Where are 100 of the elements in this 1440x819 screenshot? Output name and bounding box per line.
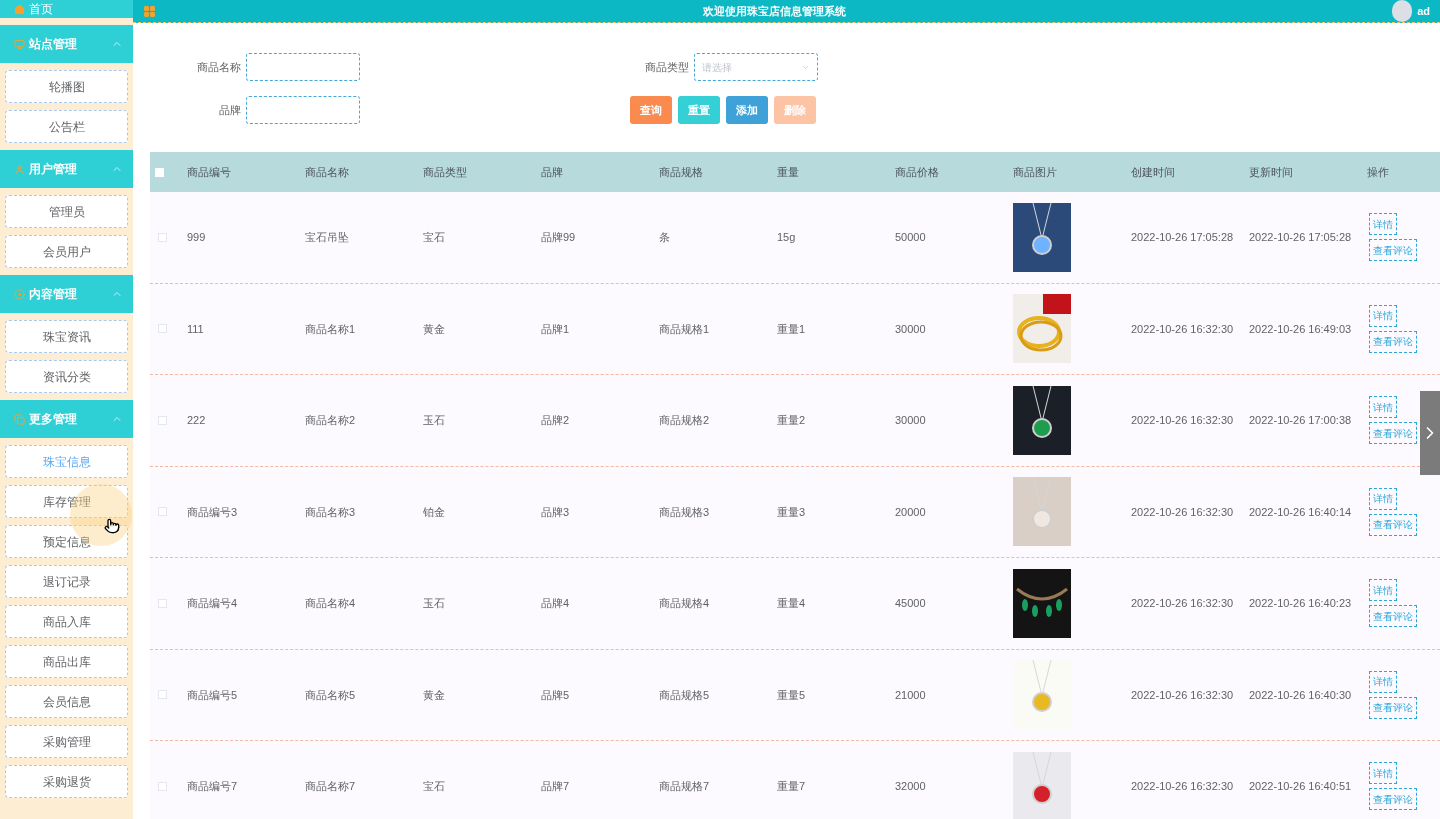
group-icon — [14, 38, 25, 50]
row-checkbox[interactable] — [158, 232, 167, 242]
field-label: 商品类型 — [644, 59, 690, 75]
menu-group-header[interactable]: 用户管理 — [0, 150, 133, 188]
field-label: 品牌 — [218, 102, 242, 118]
avatar[interactable] — [1392, 0, 1413, 22]
menu-item[interactable]: 会员信息 — [5, 685, 128, 718]
comments-button[interactable]: 查看评论 — [1369, 513, 1417, 536]
next-arrow-button[interactable] — [1420, 391, 1440, 475]
table-cell-text: 商品编号7 — [187, 779, 239, 794]
menu-item[interactable]: 管理员 — [5, 195, 128, 228]
table-cell-text: 商品规格3 — [659, 504, 711, 520]
menu-item[interactable]: 采购管理 — [5, 725, 128, 758]
table-cell-text: 铂金 — [423, 504, 446, 520]
table-cell-text: 商品名称3 — [305, 504, 357, 520]
grid-icon[interactable] — [143, 4, 156, 18]
action-button[interactable]: 添加 — [726, 96, 768, 124]
home-nav-item[interactable]: 首页 — [0, 0, 133, 18]
action-button[interactable]: 重置 — [678, 96, 720, 124]
comments-button[interactable]: 查看评论 — [1369, 330, 1417, 353]
details-button[interactable]: 详情 — [1369, 579, 1397, 602]
table-cell-text: 条 — [659, 230, 671, 245]
menu-item[interactable]: 资讯分类 — [5, 360, 128, 393]
table-cell-text: 15g — [777, 230, 797, 245]
table-cell-text: 商品名称4 — [305, 596, 357, 611]
comments-button[interactable]: 查看评论 — [1369, 422, 1417, 445]
menu-item[interactable]: 珠宝资讯 — [5, 320, 128, 353]
details-button[interactable]: 详情 — [1369, 304, 1397, 327]
menu-item[interactable]: 珠宝信息 — [5, 445, 128, 478]
row-checkbox[interactable] — [158, 507, 167, 517]
table-cell-text: 2022-10-26 16:40:14 — [1249, 504, 1353, 520]
column-header: 更新时间 — [1249, 164, 1294, 180]
table-cell-text: 2022-10-26 16:32:30 — [1131, 779, 1235, 794]
table-cell-text: 商品名称5 — [305, 687, 357, 703]
table-cell-text: 2022-10-26 16:32:30 — [1131, 596, 1235, 611]
table-cell-text: 45000 — [895, 596, 927, 611]
user-name: ad — [1417, 3, 1430, 19]
comments-button[interactable]: 查看评论 — [1369, 239, 1417, 262]
row-checkbox[interactable] — [158, 324, 167, 334]
comments-button[interactable]: 查看评论 — [1369, 696, 1417, 719]
table-cell-text: 重量1 — [777, 321, 807, 337]
menu-item[interactable]: 会员用户 — [5, 235, 128, 268]
details-button[interactable]: 详情 — [1369, 487, 1397, 510]
menu-item[interactable]: 采购退货 — [5, 765, 128, 798]
table-cell-text: 品牌1 — [541, 321, 571, 337]
table-cell-text: 商品规格2 — [659, 413, 711, 428]
table-cell-text: 2022-10-26 16:40:23 — [1249, 596, 1353, 611]
menu-item[interactable]: 轮播图 — [5, 70, 128, 103]
table-cell-text: 宝石吊坠 — [305, 230, 350, 245]
table-cell-text: 2022-10-26 16:32:30 — [1131, 504, 1235, 520]
select-all-checkbox[interactable] — [155, 167, 164, 177]
hand-cursor-icon — [104, 518, 120, 534]
table-cell-text: 2022-10-26 16:32:30 — [1131, 321, 1235, 337]
table-cell-text: 50000 — [895, 230, 927, 245]
table-cell-text: 111 — [187, 321, 205, 337]
column-header: 商品名称 — [305, 164, 350, 180]
table-cell-text: 2022-10-26 16:32:30 — [1131, 413, 1235, 428]
brand-input-field[interactable] — [246, 96, 360, 124]
row-checkbox[interactable] — [158, 781, 167, 791]
table-cell-text: 30000 — [895, 321, 927, 337]
column-header: 商品价格 — [895, 164, 940, 180]
row-checkbox[interactable] — [158, 415, 167, 425]
details-button[interactable]: 详情 — [1369, 396, 1397, 419]
comments-button[interactable]: 查看评论 — [1369, 788, 1417, 811]
row-checkbox[interactable] — [158, 598, 167, 608]
menu-item[interactable]: 库存管理 — [5, 485, 128, 518]
details-button[interactable]: 详情 — [1369, 670, 1397, 693]
table-cell-text: 222 — [187, 413, 207, 428]
comments-button[interactable]: 查看评论 — [1369, 605, 1417, 628]
menu-item[interactable]: 商品入库 — [5, 605, 128, 638]
column-header: 商品图片 — [1013, 164, 1058, 180]
name-input-field[interactable] — [246, 53, 360, 81]
group-icon — [14, 163, 25, 175]
menu-item[interactable]: 退订记录 — [5, 565, 128, 598]
action-button[interactable]: 查询 — [630, 96, 672, 124]
table-cell-text: 商品名称2 — [305, 413, 357, 428]
menu-group-header[interactable]: 站点管理 — [0, 25, 133, 63]
table-cell-text: 21000 — [895, 687, 927, 703]
table-cell-text: 商品规格1 — [659, 321, 711, 337]
table-cell-text: 商品编号3 — [187, 504, 239, 520]
menu-group-header[interactable]: 更多管理 — [0, 400, 133, 438]
row-checkbox[interactable] — [158, 690, 167, 700]
table-cell-text: 重量7 — [777, 779, 807, 794]
column-header: 商品编号 — [187, 164, 232, 180]
table-cell-text: 重量3 — [777, 504, 807, 520]
table-cell-text: 2022-10-26 16:40:30 — [1249, 687, 1353, 703]
column-header: 创建时间 — [1131, 164, 1176, 180]
menu-item[interactable]: 预定信息 — [5, 525, 128, 558]
home-icon — [14, 3, 25, 15]
table-cell-text: 重量2 — [777, 413, 807, 428]
table-cell-text: 商品编号4 — [187, 596, 239, 611]
table-cell-text: 玉石 — [423, 596, 446, 611]
table-cell-text: 商品编号5 — [187, 687, 239, 703]
details-button[interactable]: 详情 — [1369, 213, 1397, 236]
table-cell-text: 宝石 — [423, 779, 446, 794]
details-button[interactable]: 详情 — [1369, 762, 1397, 785]
menu-item[interactable]: 商品出库 — [5, 645, 128, 678]
table-cell-text: 品牌2 — [541, 413, 571, 428]
menu-group-header[interactable]: 内容管理 — [0, 275, 133, 313]
menu-item[interactable]: 公告栏 — [5, 110, 128, 143]
